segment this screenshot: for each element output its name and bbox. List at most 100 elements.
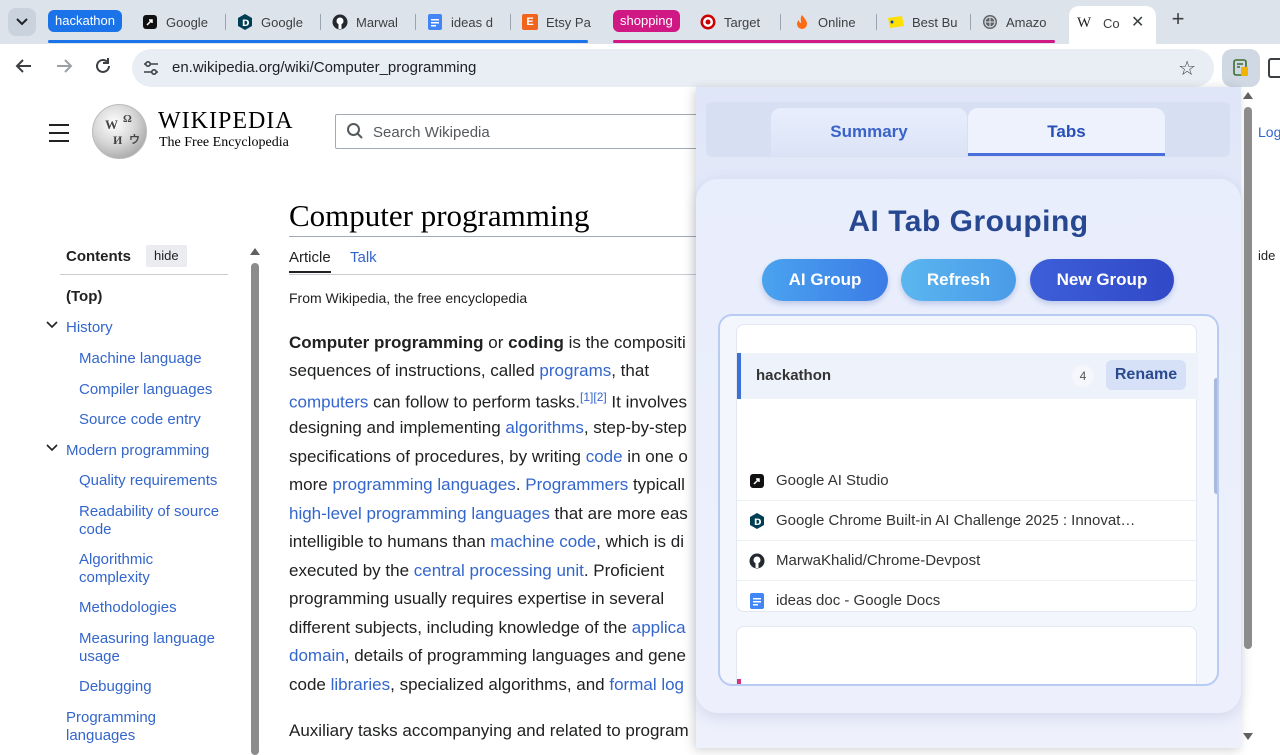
tab-talk[interactable]: Talk [350, 249, 377, 266]
group-list-scrollbar[interactable] [1214, 378, 1217, 494]
ai-group-button[interactable]: AI Group [762, 259, 888, 301]
article-link[interactable]: computers [289, 393, 368, 412]
tab-title: Google [261, 14, 303, 30]
close-tab-icon[interactable]: ✕ [1131, 12, 1144, 32]
scroll-up-arrow[interactable] [1243, 92, 1253, 99]
article-text: that are more eas [549, 504, 688, 523]
scroll-up-arrow[interactable] [250, 248, 260, 255]
tools-hide-button[interactable]: ide [1258, 248, 1275, 263]
tab-article[interactable]: Article [289, 249, 331, 273]
url-text[interactable]: en.wikipedia.org/wiki/Computer_programmi… [172, 59, 476, 76]
tab-summary[interactable]: Summary [771, 108, 967, 156]
toc-item-history[interactable]: History [66, 319, 226, 337]
side-panel-icon[interactable] [1268, 58, 1280, 78]
reload-button[interactable] [91, 57, 115, 81]
bookmark-star-icon[interactable]: ☆ [1178, 56, 1196, 81]
wikipedia-tagline: The Free Encyclopedia [159, 135, 289, 150]
toc-item-programming-languages[interactable]: Programming languages [66, 709, 186, 745]
toc-item-quality-requirements[interactable]: Quality requirements [79, 472, 239, 490]
toc-item-modern-programming[interactable]: Modern programming [66, 442, 226, 460]
bold-term: coding [508, 333, 564, 352]
wikipedia-favicon-icon: W [1077, 15, 1092, 31]
tab-active-wikipedia[interactable]: W Co ✕ [1069, 6, 1156, 44]
tab-target[interactable]: Target [700, 10, 770, 34]
group-tab-item[interactable]: D Google Chrome Built-in AI Challenge 20… [737, 501, 1198, 541]
scrollbar-thumb[interactable] [251, 263, 259, 755]
arrow-left-icon [15, 59, 31, 73]
article-text: . [515, 475, 526, 494]
scroll-down-arrow[interactable] [1243, 733, 1253, 740]
tab-google-ai-studio[interactable]: Google [142, 10, 214, 34]
chevron-down-icon[interactable] [46, 441, 60, 455]
toc-item-compiler-languages[interactable]: Compiler languages [79, 381, 239, 399]
toc-item-readability[interactable]: Readability of source code [79, 503, 229, 539]
citation-link[interactable]: [1][2] [580, 390, 607, 404]
login-link[interactable]: Log [1258, 124, 1280, 140]
tab-group-underline-shopping [613, 40, 1055, 43]
tab-online[interactable]: Online [794, 10, 864, 34]
tab-title: Co [1103, 16, 1120, 31]
address-bar[interactable]: en.wikipedia.org/wiki/Computer_programmi… [132, 49, 1214, 87]
article-link[interactable]: high-level programming languages [289, 504, 550, 523]
article-link[interactable]: programs [539, 361, 611, 380]
tab-etsy[interactable]: E Etsy Pa [522, 10, 594, 34]
main-menu-icon[interactable] [49, 124, 69, 148]
site-settings-icon[interactable] [142, 59, 160, 77]
new-tab-button[interactable]: + [1166, 8, 1190, 32]
article-link[interactable]: algorithms [505, 418, 583, 437]
article-link[interactable]: formal log [609, 675, 684, 694]
article-link[interactable]: central processing unit [414, 561, 584, 580]
article-link[interactable]: domain [289, 646, 345, 665]
article-link[interactable]: Programmers [525, 475, 628, 494]
scrollbar-thumb[interactable] [1244, 107, 1252, 649]
article-link[interactable]: machine code [490, 532, 596, 551]
toc-scrollbar[interactable] [250, 248, 260, 755]
group-header[interactable]: hackathon 4 Rename [737, 353, 1198, 399]
tab-devpost[interactable]: D Google [237, 10, 309, 34]
tab-group-chip-hackathon[interactable]: hackathon [48, 10, 122, 32]
article-line: sequences of instructions, called progra… [289, 361, 697, 381]
article-text: code [289, 675, 331, 694]
article-link[interactable]: programming languages [332, 475, 515, 494]
wikipedia-globe-logo[interactable]: W Ω И ウ [92, 104, 147, 159]
tab-github[interactable]: Marwal [332, 10, 404, 34]
page-title: Computer programming [289, 198, 590, 233]
tab-search-button[interactable] [8, 8, 36, 36]
group-tab-item[interactable]: ideas doc - Google Docs [737, 581, 1198, 621]
toc-item-debugging[interactable]: Debugging [79, 678, 239, 696]
devpost-icon: D [749, 513, 765, 529]
tab-separator [415, 14, 416, 30]
tab-title: Online [818, 14, 856, 30]
toc-item-top[interactable]: (Top) [66, 288, 226, 306]
tab-group-chip-shopping[interactable]: shopping [613, 10, 680, 32]
wikipedia-search-input[interactable]: Search Wikipedia [335, 114, 715, 149]
forward-button[interactable] [52, 57, 76, 81]
tab-title: Amazo [1006, 14, 1047, 30]
toc-item-algorithmic-complexity[interactable]: Algorithmic complexity [79, 551, 179, 587]
back-button[interactable] [12, 57, 36, 81]
svg-text:D: D [754, 518, 761, 528]
article-link[interactable]: code [586, 447, 623, 466]
article-link[interactable]: applica [632, 618, 686, 637]
title-divider [289, 236, 699, 237]
toc-hide-button[interactable]: hide [146, 245, 187, 267]
article-link[interactable]: libraries [331, 675, 391, 694]
group-tab-item[interactable]: Google AI Studio [737, 461, 1198, 501]
popup-scrollbar[interactable] [1243, 92, 1253, 742]
toc-item-methodologies[interactable]: Methodologies [79, 599, 239, 617]
toc-item-machine-language[interactable]: Machine language [79, 350, 239, 368]
toc-item-measuring-language-usage[interactable]: Measuring language usage [79, 630, 229, 666]
tab-amazon[interactable]: Amazo [982, 10, 1054, 34]
group-tab-item[interactable]: MarwaKhalid/Chrome-Devpost [737, 541, 1198, 581]
new-group-button[interactable]: New Group [1030, 259, 1174, 301]
tab-best-buy[interactable]: Best Bu [888, 10, 960, 34]
refresh-button[interactable]: Refresh [901, 259, 1016, 301]
toc-item-source-code-entry[interactable]: Source code entry [79, 411, 239, 429]
rename-group-button[interactable]: Rename [1106, 360, 1186, 390]
tab-google-docs[interactable]: ideas d [427, 10, 499, 34]
extension-button[interactable] [1222, 49, 1260, 87]
wikipedia-wordmark[interactable]: WIKIPEDIA [158, 108, 294, 135]
chevron-down-icon[interactable] [46, 318, 60, 332]
group-list[interactable]: hackathon 4 Rename Google AI Studio D Go… [718, 314, 1219, 686]
tab-tabs[interactable]: Tabs [968, 108, 1165, 156]
